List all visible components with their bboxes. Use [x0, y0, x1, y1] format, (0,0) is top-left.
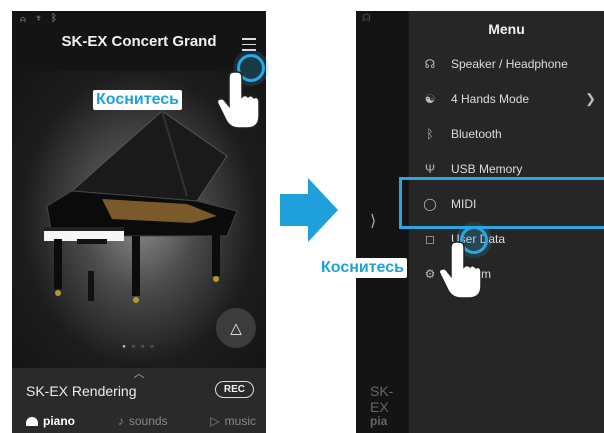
status-bar-dimmed: ☊ [362, 13, 371, 24]
tab-piano[interactable]: piano [26, 414, 75, 428]
rendering-label-dimmed: SK-EX [370, 383, 394, 415]
two-people-icon: ☯ [424, 91, 436, 106]
tab-label-dimmed: pia [370, 414, 388, 428]
play-icon: ▷ [210, 414, 220, 428]
menu-item-speaker-headphone[interactable]: ☊ Speaker / Headphone [409, 46, 604, 81]
note-icon: ♪ [117, 414, 124, 428]
menu-item-4-hands-mode[interactable]: ☯ 4 Hands Mode ❯ [409, 81, 604, 116]
midi-highlight-box [399, 177, 604, 229]
chevron-right-icon: ⟩ [370, 213, 377, 230]
arrow-right-icon [280, 178, 338, 242]
page-title: SK-EX Concert Grand [61, 33, 217, 50]
menu-item-bluetooth[interactable]: ᛒ Bluetooth [409, 116, 604, 151]
hand-pointer-icon [438, 241, 482, 299]
menu-item-label: USB Memory [451, 161, 523, 176]
usb-icon: Ψ [424, 161, 436, 176]
tab-label: music [224, 414, 256, 428]
status-bar: ☊ ♆ ᛒ [20, 13, 61, 24]
menu-item-label: Bluetooth [451, 126, 502, 141]
menu-item-label: Speaker / Headphone [451, 56, 568, 71]
rec-button[interactable]: REC [214, 381, 254, 398]
metronome-icon: △ [230, 320, 242, 337]
bottom-panel: ︿ SK-EX Rendering REC piano ♪ sounds ▷ m… [12, 368, 266, 433]
menu-title: Menu [488, 21, 525, 37]
chevron-right-icon: ❯ [585, 90, 596, 106]
metronome-button[interactable]: △ [216, 308, 256, 348]
tap-callout: Коснитесь [318, 258, 407, 278]
chevron-up-icon[interactable]: ︿ [12, 365, 266, 381]
tap-callout: Коснитесь [93, 90, 182, 110]
bluetooth-icon: ᛒ [426, 126, 434, 141]
menu-icon[interactable] [242, 38, 256, 55]
tab-bar: piano ♪ sounds ▷ music [26, 414, 256, 428]
rendering-label: SK-EX Rendering [26, 383, 137, 399]
headphone-icon: ☊ [424, 56, 436, 71]
tab-label: piano [43, 414, 75, 428]
tab-label: sounds [128, 414, 168, 428]
piano-icon [26, 416, 38, 426]
tab-sounds[interactable]: ♪ sounds [118, 414, 168, 428]
tab-music[interactable]: ▷ music [210, 414, 256, 428]
hand-pointer-icon [216, 71, 260, 129]
menu-item-label: 4 Hands Mode [451, 91, 530, 106]
